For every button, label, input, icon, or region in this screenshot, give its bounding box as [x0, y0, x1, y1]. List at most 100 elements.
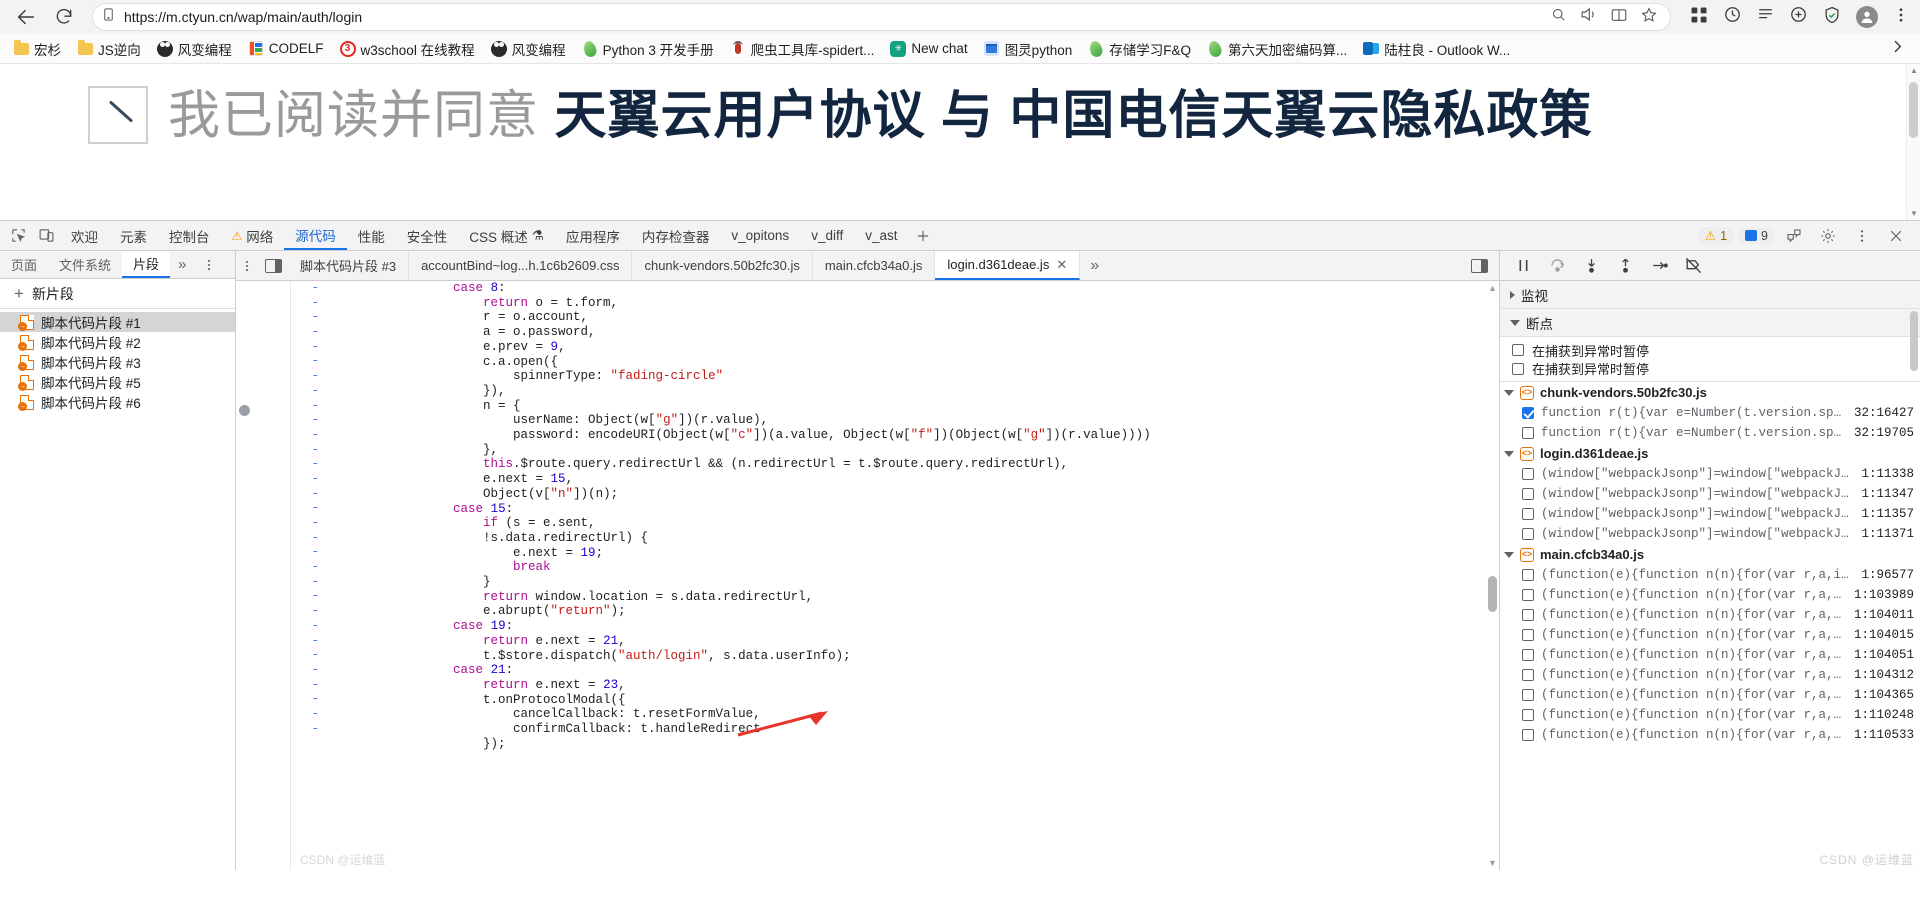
- bookmark-item[interactable]: Python 3 开发手册: [575, 36, 721, 62]
- breakpoint-row[interactable]: (function(e){function n(n){for(var r,a,i…: [1500, 585, 1920, 605]
- tab-v-options[interactable]: v_opitons: [720, 222, 800, 250]
- checkbox[interactable]: [1522, 528, 1534, 540]
- tab-v-ast[interactable]: v_ast: [854, 222, 908, 250]
- read-aloud-icon[interactable]: [1579, 5, 1598, 29]
- bookmark-item[interactable]: 陆柱良 - Outlook W...: [1356, 36, 1517, 62]
- checkbox[interactable]: [1522, 427, 1534, 439]
- checkbox[interactable]: [1522, 569, 1534, 581]
- breakpoint-row[interactable]: (function(e){function n(n){for(var r,a,i…: [1500, 625, 1920, 645]
- collections-icon[interactable]: [1756, 5, 1775, 29]
- checkbox[interactable]: [1522, 468, 1534, 480]
- breakpoint-group-header[interactable]: <> main.cfcb34a0.js: [1500, 544, 1920, 565]
- breakpoint-row[interactable]: (function(e){function n(n){for(var r,a,i…: [1500, 645, 1920, 665]
- page-info-icon[interactable]: [101, 7, 116, 27]
- reload-icon[interactable]: [48, 2, 80, 32]
- feedback-icon[interactable]: [1780, 223, 1808, 249]
- nav-tab-page[interactable]: 页面: [0, 251, 48, 278]
- tab-elements[interactable]: 元素: [109, 222, 158, 250]
- kebab-menu-icon[interactable]: [1892, 6, 1910, 29]
- deactivate-breakpoints-icon[interactable]: [1678, 253, 1708, 279]
- tab-welcome[interactable]: 欢迎: [60, 222, 109, 250]
- code-scroll-container[interactable]: case 8: return o = t.form, r = o.account…: [329, 281, 1499, 870]
- breakpoint-row[interactable]: (function(e){function n(n){for(var r,a,i…: [1500, 685, 1920, 705]
- breakpoint-row[interactable]: function r(t){var e=Number(t.version.spl…: [1500, 423, 1920, 443]
- debugger-scroll[interactable]: 监视 断点 在捕获到异常时暂停 在捕获到异常时暂停 <> chunk-vendo…: [1500, 281, 1920, 870]
- checkbox[interactable]: [1522, 729, 1534, 741]
- checkbox[interactable]: [1522, 407, 1534, 419]
- tab-application[interactable]: 应用程序: [555, 222, 631, 250]
- tab-console[interactable]: 控制台: [158, 222, 221, 250]
- snippet-item[interactable]: → 脚本代码片段 #6: [0, 392, 235, 412]
- kebab-menu-icon[interactable]: [1848, 223, 1876, 249]
- editor-scrollbar[interactable]: ▲ ▼: [1486, 281, 1499, 870]
- breakpoint-group-header[interactable]: <> login.d361deae.js: [1500, 443, 1920, 464]
- bookmark-item[interactable]: 宏杉: [6, 36, 68, 62]
- checkbox[interactable]: [1512, 344, 1524, 357]
- tab-security[interactable]: 安全性: [396, 222, 459, 250]
- checkbox[interactable]: [1522, 508, 1534, 520]
- url-text[interactable]: https://m.ctyun.cn/wap/main/auth/login: [124, 9, 1542, 25]
- breakpoint-row[interactable]: (window["webpackJsonp"]=window["webpackJ…: [1500, 524, 1920, 544]
- snippet-item[interactable]: → 脚本代码片段 #5: [0, 372, 235, 392]
- file-tab-accountbind-css[interactable]: accountBind~log...h.1c6b2609.css: [409, 251, 633, 280]
- bookmark-item[interactable]: JS逆向: [70, 36, 148, 62]
- debugger-scrollbar[interactable]: [1908, 281, 1920, 870]
- scrollbar-thumb[interactable]: [1910, 311, 1918, 371]
- extension-grid-icon[interactable]: [1689, 5, 1709, 30]
- bookmark-item[interactable]: 图灵python: [977, 36, 1080, 62]
- step-out-icon[interactable]: [1610, 253, 1640, 279]
- resume-script-icon[interactable]: [1508, 253, 1538, 279]
- checkbox[interactable]: [1512, 362, 1524, 375]
- bookmark-item[interactable]: 风变编程: [150, 36, 239, 62]
- back-arrow-icon[interactable]: [10, 2, 42, 32]
- chevron-double-right-icon[interactable]: »: [1080, 251, 1109, 280]
- new-snippet-button[interactable]: + 新片段: [0, 279, 235, 309]
- checkbox[interactable]: [1522, 488, 1534, 500]
- tab-sources[interactable]: 源代码: [284, 222, 347, 250]
- breakpoints-section-header[interactable]: 断点: [1500, 309, 1920, 337]
- checkbox[interactable]: [1522, 629, 1534, 641]
- toggle-device-toolbar-icon[interactable]: [32, 223, 60, 249]
- file-tab-main[interactable]: main.cfcb34a0.js: [813, 251, 936, 280]
- step-icon[interactable]: [1644, 253, 1674, 279]
- breakpoint-row[interactable]: (window["webpackJsonp"]=window["webpackJ…: [1500, 464, 1920, 484]
- checkbox[interactable]: [1522, 669, 1534, 681]
- scroll-down-icon[interactable]: ▼: [1488, 858, 1497, 868]
- snippet-item[interactable]: → 脚本代码片段 #3: [0, 352, 235, 372]
- search-by-image-icon[interactable]: [1550, 6, 1567, 28]
- scrollbar-thumb[interactable]: [1909, 82, 1918, 138]
- checkbox[interactable]: [1522, 709, 1534, 721]
- scroll-up-icon[interactable]: ▲: [1910, 66, 1918, 75]
- code-editor-area[interactable]: - - - - - - - - - - - - - - - - - - - - …: [236, 281, 1499, 870]
- gear-icon[interactable]: [1814, 223, 1842, 249]
- tab-network[interactable]: ⚠ 网络: [221, 222, 285, 250]
- kebab-menu-icon[interactable]: [194, 251, 224, 278]
- avatar[interactable]: [1856, 6, 1878, 28]
- tab-performance[interactable]: 性能: [347, 222, 396, 250]
- file-tab-chunk-vendors[interactable]: chunk-vendors.50b2fc30.js: [632, 251, 813, 280]
- show-navigator-icon[interactable]: [1469, 251, 1499, 280]
- messages-badge[interactable]: 9: [1739, 227, 1774, 244]
- bookmark-item[interactable]: 风变编程: [484, 36, 573, 62]
- source-code-text[interactable]: case 8: return o = t.form, r = o.account…: [329, 281, 1499, 752]
- bookmark-item[interactable]: 爬虫工具库-spidert...: [723, 36, 882, 62]
- shield-icon[interactable]: [1822, 5, 1842, 30]
- checkbox[interactable]: [1522, 689, 1534, 701]
- checkbox[interactable]: [1522, 649, 1534, 661]
- bookmark-item[interactable]: CODELF: [241, 38, 331, 60]
- snippet-item[interactable]: → 脚本代码片段 #1: [0, 312, 235, 332]
- close-icon[interactable]: [1882, 223, 1910, 249]
- pause-on-caught-exceptions-row[interactable]: 在捕获到异常时暂停: [1500, 341, 1920, 360]
- scroll-down-icon[interactable]: ▼: [1910, 209, 1918, 218]
- scroll-up-icon[interactable]: ▲: [1488, 283, 1497, 293]
- tab-memory-inspector[interactable]: 内存检查器: [631, 222, 721, 250]
- split-screen-icon[interactable]: [1610, 6, 1628, 29]
- scrollbar-thumb[interactable]: [1488, 576, 1497, 612]
- history-icon[interactable]: [1723, 5, 1742, 29]
- address-bar[interactable]: https://m.ctyun.cn/wap/main/auth/login: [92, 3, 1671, 31]
- nav-tab-snippets[interactable]: 片段: [122, 251, 171, 278]
- breakpoint-group-header[interactable]: <> chunk-vendors.50b2fc30.js: [1500, 382, 1920, 403]
- chevron-down-icon[interactable]: [1510, 319, 1520, 326]
- snippet-item[interactable]: → 脚本代码片段 #2: [0, 332, 235, 352]
- chevron-right-icon[interactable]: [1510, 290, 1515, 299]
